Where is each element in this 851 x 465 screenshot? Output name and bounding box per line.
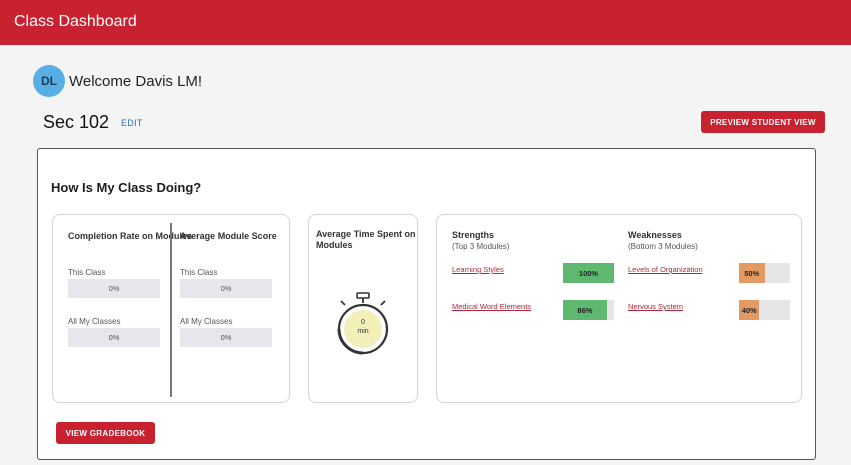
strength-bar: 86% [563, 300, 614, 320]
completion-all-classes-label: All My Classes [68, 317, 121, 326]
strengths-subheading: (Top 3 Modules) [452, 242, 510, 251]
strength-bar-fill: 100% [563, 263, 614, 283]
score-heading: Average Module Score [180, 231, 277, 241]
weakness-bar-fill: 40% [739, 300, 760, 320]
strength-bar-fill: 86% [563, 300, 607, 320]
score-this-class-label: This Class [180, 268, 218, 277]
page-title: Class Dashboard [14, 13, 137, 30]
top-bar: Class Dashboard [0, 0, 851, 45]
section-name: Sec 102 [43, 112, 110, 132]
weakness-module-link[interactable]: Nervous System [628, 302, 683, 311]
weakness-bar: 40% [739, 300, 790, 320]
preview-student-view-button[interactable]: PREVIEW STUDENT VIEW [701, 111, 825, 133]
strength-percent: 100% [578, 268, 599, 278]
weakness-bar-fill: 50% [739, 263, 765, 283]
weakness-percent: 40% [741, 305, 757, 315]
timer-unit: min [357, 328, 369, 335]
panel-title: How Is My Class Doing? [51, 180, 202, 195]
strengths-weaknesses-card: Strengths (Top 3 Modules) Learning Style… [436, 214, 802, 403]
time-heading: Average Time Spent on Modules [316, 229, 416, 250]
view-gradebook-button[interactable]: VIEW GRADEBOOK [56, 422, 155, 444]
weakness-module-link[interactable]: Levels of Organization [628, 265, 703, 274]
weaknesses-heading: Weaknesses [628, 230, 682, 240]
edit-section-link[interactable]: EDIT [121, 118, 143, 128]
completion-all-classes-value: 0% [68, 328, 160, 347]
column-divider [170, 223, 172, 397]
class-performance-panel: How Is My Class Doing? Completion Rate o… [37, 148, 816, 460]
stopwatch-icon: 0 min [335, 291, 391, 355]
score-all-classes-value: 0% [180, 328, 272, 347]
weakness-percent: 50% [744, 268, 760, 278]
avatar[interactable]: DL [33, 65, 65, 97]
weakness-bar: 50% [739, 263, 790, 283]
completion-this-class-label: This Class [68, 268, 106, 277]
weaknesses-subheading: (Bottom 3 Modules) [628, 242, 698, 251]
score-all-classes-label: All My Classes [180, 317, 233, 326]
completion-score-card: Completion Rate on Modules This Class 0%… [52, 214, 290, 403]
timer-value: 0 [361, 319, 365, 326]
score-this-class-value: 0% [180, 279, 272, 298]
completion-heading: Completion Rate on Modules [68, 231, 193, 241]
completion-this-class-value: 0% [68, 279, 160, 298]
welcome-message: Welcome Davis LM! [69, 73, 203, 90]
strength-bar: 100% [563, 263, 614, 283]
strength-module-link[interactable]: Learning Styles [452, 265, 504, 274]
strength-percent: 86% [577, 305, 593, 315]
strengths-heading: Strengths [452, 230, 495, 240]
average-time-card: Average Time Spent on Modules 0 min [308, 214, 418, 403]
strength-module-link[interactable]: Medical Word Elements [452, 302, 531, 311]
